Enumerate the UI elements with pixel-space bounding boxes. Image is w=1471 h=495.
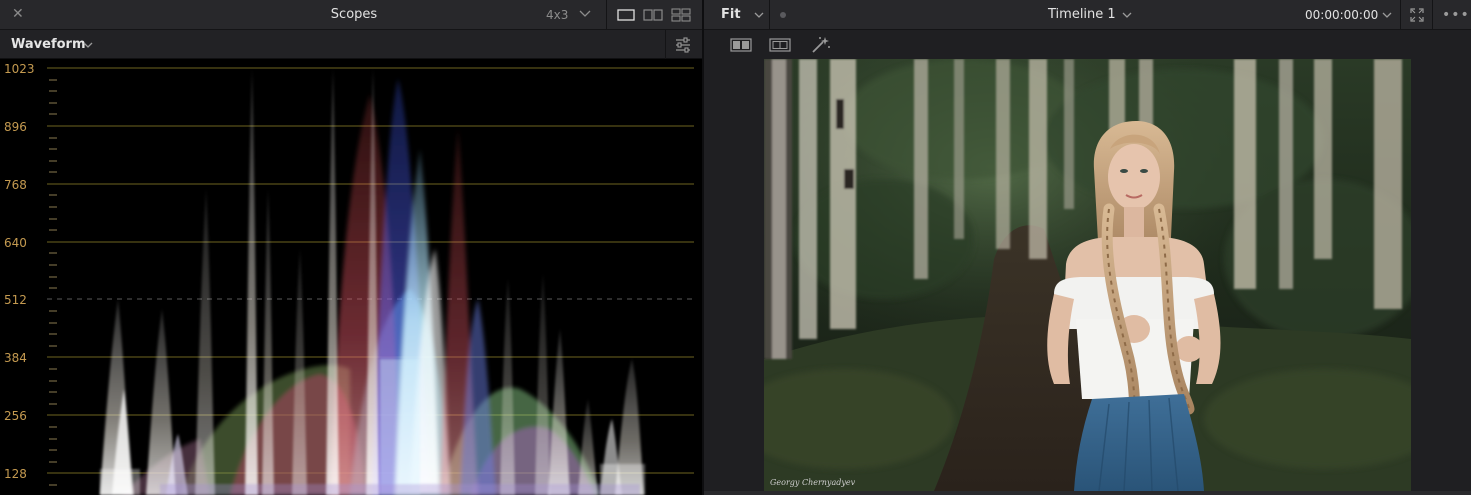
waveform-display: 1023 896 768 640 512 384 256 128	[0, 59, 702, 495]
scopes-titlebar: ✕ Scopes 4x3	[0, 0, 702, 30]
toolbar-divider	[606, 0, 607, 30]
scale-label-384: 384	[4, 351, 27, 365]
scale-label-128: 128	[4, 467, 27, 481]
scope-subtoolbar: Waveform	[0, 30, 702, 59]
toolbar-divider	[1432, 0, 1433, 30]
scale-label-768: 768	[4, 178, 27, 192]
panel-title: Scopes	[330, 7, 378, 22]
scope-type-select[interactable]: Waveform	[11, 37, 85, 52]
viewer-toolbar	[704, 30, 1471, 59]
chevron-down-icon[interactable]	[752, 8, 766, 22]
more-options-icon[interactable]: •••	[1442, 7, 1470, 23]
toolbar-divider	[769, 0, 770, 30]
single-scope-layout-icon[interactable]	[617, 8, 635, 22]
scale-label-1023: 1023	[4, 62, 35, 76]
zoom-select[interactable]: Fit	[721, 7, 741, 22]
magic-wand-icon[interactable]	[810, 36, 832, 54]
waveform-trace	[47, 67, 694, 495]
toolbar-divider	[665, 30, 666, 59]
status-dot-icon	[780, 12, 786, 18]
video-image	[764, 59, 1411, 491]
video-frame[interactable]: Georgy Chernyadyev	[764, 59, 1411, 491]
scope-grid-select[interactable]: 4x3	[546, 8, 568, 22]
expand-icon[interactable]	[1410, 8, 1424, 22]
scale-label-512: 512	[4, 293, 27, 307]
chevron-down-icon[interactable]	[1120, 8, 1134, 22]
scope-settings-icon[interactable]	[674, 36, 692, 54]
photo-signature-watermark: Georgy Chernyadyev	[770, 478, 856, 487]
wipe-view-icon[interactable]	[730, 38, 752, 52]
viewer-panel: Fit Timeline 1 00:00:00:00 ••• Georgy Ch…	[704, 0, 1471, 495]
scale-label-640: 640	[4, 236, 27, 250]
scale-label-896: 896	[4, 120, 27, 134]
scale-label-256: 256	[4, 409, 27, 423]
chevron-down-icon[interactable]	[1380, 8, 1394, 22]
viewer-bottom-bar	[704, 491, 1471, 495]
timecode-display[interactable]: 00:00:00:00	[1305, 8, 1378, 22]
toolbar-divider	[1400, 0, 1401, 30]
chevron-down-icon[interactable]	[82, 39, 94, 51]
viewer-titlebar: Fit Timeline 1 00:00:00:00 •••	[704, 0, 1471, 30]
scopes-panel: ✕ Scopes 4x3 Waveform 1023 896 768 640 5…	[0, 0, 702, 495]
chevron-down-icon[interactable]	[578, 5, 592, 23]
dual-scope-layout-icon[interactable]	[643, 8, 663, 22]
safe-area-icon[interactable]	[769, 38, 791, 52]
timeline-select[interactable]: Timeline 1	[1048, 7, 1116, 22]
quad-scope-layout-icon[interactable]	[671, 8, 691, 22]
